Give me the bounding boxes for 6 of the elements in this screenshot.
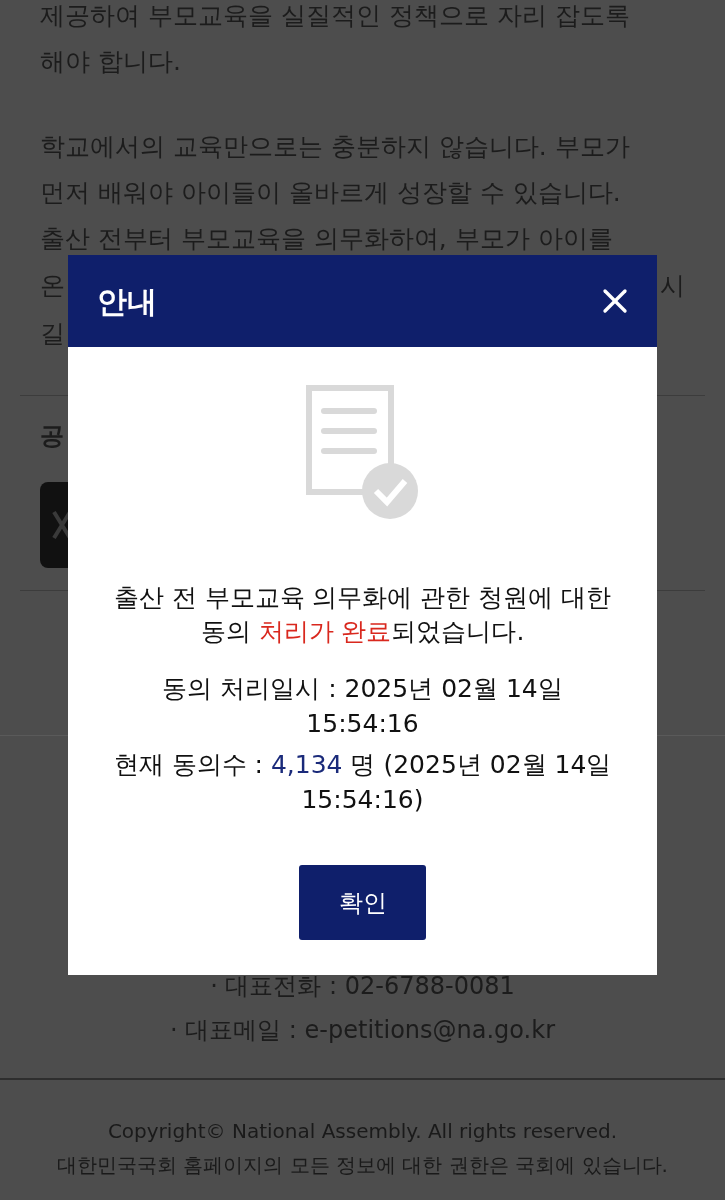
processed-datetime: 동의 처리일시 : 2025년 02월 14일 15:54:16 (161, 673, 564, 740)
confirm-button[interactable]: 확인 (299, 865, 426, 940)
agreement-count: 현재 동의수 : 4,134 명 (2025년 02월 14일 15:54:16) (112, 749, 613, 816)
document-check-icon (305, 385, 420, 521)
dialog-title: 안내 (97, 282, 157, 321)
completion-message: 출산 전 부모교육 의무화에 관한 청원에 대한 동의 처리가 완료되었습니다. (112, 582, 613, 648)
